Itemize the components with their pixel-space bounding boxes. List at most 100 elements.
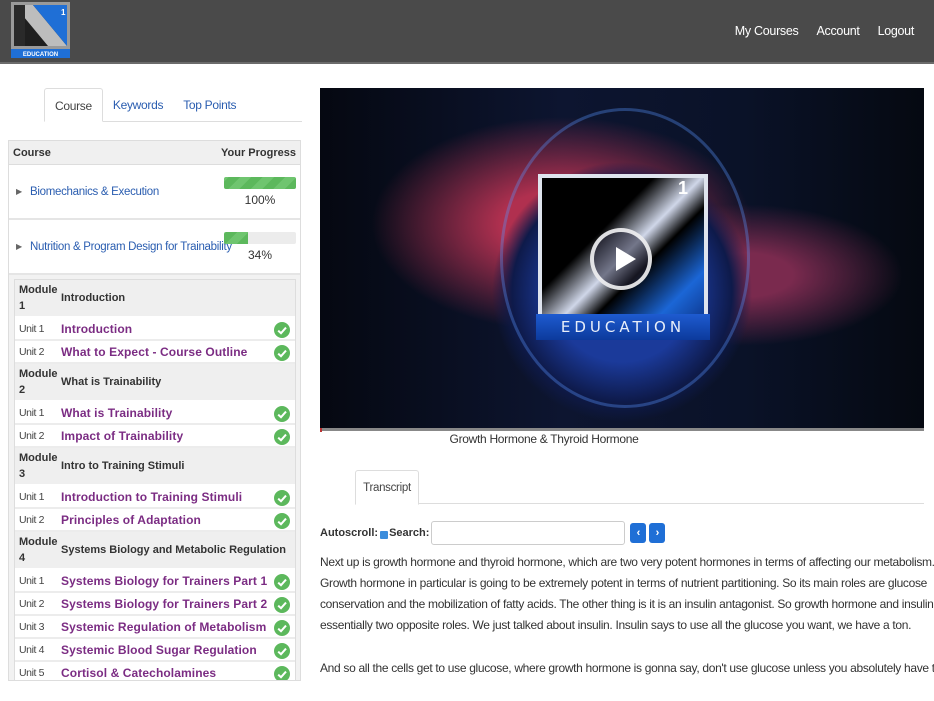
unit-title-link[interactable]: Systemic Blood Sugar Regulation bbox=[61, 643, 257, 657]
transcript-line: And so all the cells get to use glucose,… bbox=[320, 661, 934, 675]
check-circle-icon bbox=[274, 643, 290, 659]
search-next-button[interactable]: › bbox=[649, 523, 666, 543]
course-progress: 100% bbox=[224, 177, 296, 207]
tab-transcript[interactable]: Transcript bbox=[355, 470, 419, 505]
unit-title-link[interactable]: Introduction to Training Stimuli bbox=[61, 490, 242, 504]
transcript-paragraph: Next up is growth hormone and thyroid ho… bbox=[320, 552, 934, 636]
course-row[interactable]: ▶ Nutrition & Program Design for Trainabi… bbox=[9, 220, 300, 275]
unit-title-link[interactable]: Systems Biology for Trainers Part 1 bbox=[61, 574, 267, 588]
video-player[interactable]: 1 EDUCATION bbox=[320, 88, 924, 428]
course-name[interactable]: Nutrition & Program Design for Trainabil… bbox=[30, 241, 232, 253]
svg-text:1: 1 bbox=[61, 8, 66, 17]
module-header: Module 4 Systems Biology and Metabolic Reg… bbox=[15, 532, 295, 570]
transcript-search-row: Autoscroll: Search: ‹ › bbox=[320, 521, 666, 545]
unit-row[interactable]: Unit 4 Systemic Blood Sugar Regulation bbox=[15, 639, 295, 662]
transcript-tabs: Transcript bbox=[355, 470, 924, 505]
unit-title-link[interactable]: What is Trainability bbox=[61, 406, 172, 420]
search-label: Search: bbox=[389, 527, 430, 539]
search-prev-button[interactable]: ‹ bbox=[630, 523, 647, 543]
unit-row[interactable]: Unit 2 Principles of Adaptation bbox=[15, 509, 295, 532]
unit-row[interactable]: Unit 1 What is Trainability bbox=[15, 402, 295, 425]
autoscroll-checkbox[interactable] bbox=[380, 531, 389, 539]
unit-label: Unit 2 bbox=[19, 429, 45, 442]
unit-row[interactable]: Unit 1 Introduction to Training Stimuli bbox=[15, 486, 295, 509]
unit-title-link[interactable]: Systemic Regulation of Metabolism bbox=[61, 620, 266, 634]
check-circle-icon bbox=[274, 429, 290, 445]
check-circle-icon bbox=[274, 322, 290, 338]
unit-row[interactable]: Unit 5 Cortisol & Catecholamines bbox=[15, 662, 295, 680]
unit-row[interactable]: Unit 2 Impact of Trainability bbox=[15, 425, 295, 448]
unit-label: Unit 5 bbox=[19, 666, 45, 679]
expand-arrow-icon[interactable]: ▶ bbox=[16, 187, 24, 196]
progress-column-header: Your Progress bbox=[221, 146, 296, 159]
video-logo-text: EDUCATION bbox=[536, 314, 710, 340]
module-list: Module 1 Introduction Unit 1 Introduction Uni… bbox=[14, 279, 296, 680]
unit-title-link[interactable]: Impact of Trainability bbox=[61, 429, 183, 443]
progress-percent: 100% bbox=[244, 193, 276, 207]
expand-arrow-icon[interactable]: ▶ bbox=[16, 242, 24, 251]
course-table-header: Course Your Progress bbox=[9, 141, 300, 165]
nav-my-courses[interactable]: My Courses bbox=[735, 24, 799, 38]
module-title: Systems Biology and Metabolic Regulation bbox=[61, 544, 286, 556]
transcript-line: conservation and the mobilization of fat… bbox=[320, 597, 934, 611]
tab-course[interactable]: Course bbox=[44, 88, 103, 122]
module-header: Module 2 What is Trainability bbox=[15, 364, 295, 402]
unit-label: Unit 1 bbox=[19, 406, 45, 419]
course-row[interactable]: ▶ Biomechanics & Execution 100% bbox=[9, 165, 300, 220]
progress-bar bbox=[224, 177, 296, 189]
tab-top-points[interactable]: Top Points bbox=[173, 88, 246, 122]
autoscroll-label: Autoscroll: bbox=[320, 527, 379, 539]
unit-row[interactable]: Unit 2 What to Expect - Course Outline bbox=[15, 341, 295, 364]
video-caption: Growth Hormone & Thyroid Hormone bbox=[320, 432, 934, 446]
module-label: Module 1 bbox=[19, 284, 58, 312]
check-circle-icon bbox=[274, 513, 290, 529]
video-logo-superscript: 1 bbox=[678, 178, 689, 198]
module-label: Module 3 bbox=[19, 452, 58, 480]
module-title: Introduction bbox=[61, 292, 126, 304]
transcript-search-input[interactable] bbox=[431, 521, 626, 545]
unit-title-link[interactable]: Principles of Adaptation bbox=[61, 513, 201, 527]
check-circle-icon bbox=[274, 574, 290, 590]
unit-label: Unit 1 bbox=[19, 322, 45, 335]
sidebar-tabs: Course Keywords Top Points bbox=[44, 88, 302, 122]
play-icon[interactable] bbox=[590, 228, 652, 290]
video-caption-text: Growth Hormone & Thyroid Hormone bbox=[449, 432, 639, 446]
unit-label: Unit 1 bbox=[19, 574, 45, 587]
module-label: Module 2 bbox=[19, 368, 58, 396]
unit-title-link[interactable]: Introduction bbox=[61, 322, 132, 336]
nav-logout[interactable]: Logout bbox=[878, 24, 915, 38]
unit-title-link[interactable]: Cortisol & Catecholamines bbox=[61, 666, 216, 680]
check-circle-icon bbox=[274, 620, 290, 636]
transcript-paragraph: And so all the cells get to use glucose,… bbox=[320, 658, 934, 679]
module-title: Intro to Training Stimuli bbox=[61, 460, 185, 472]
check-circle-icon bbox=[274, 490, 290, 506]
unit-row[interactable]: Unit 2 Systems Biology for Trainers Part … bbox=[15, 593, 295, 616]
unit-label: Unit 2 bbox=[19, 597, 45, 610]
nav-account[interactable]: Account bbox=[816, 24, 859, 38]
svg-text:EDUCATION: EDUCATION bbox=[23, 52, 58, 58]
unit-label: Unit 3 bbox=[19, 620, 45, 633]
course-name[interactable]: Biomechanics & Execution bbox=[30, 186, 159, 198]
progress-bar bbox=[224, 232, 296, 244]
video-progress-bar[interactable] bbox=[320, 428, 924, 431]
n1-education-logo[interactable]: 1 EDUCATION bbox=[11, 2, 70, 58]
course-progress: 34% bbox=[224, 232, 296, 262]
transcript-text: Next up is growth hormone and thyroid ho… bbox=[320, 552, 934, 701]
course-panel: Course Your Progress ▶ Biomechanics & Exe… bbox=[8, 140, 301, 681]
unit-title-link[interactable]: What to Expect - Course Outline bbox=[61, 345, 247, 359]
check-circle-icon bbox=[274, 406, 290, 422]
unit-row[interactable]: Unit 3 Systemic Regulation of Metabolism bbox=[15, 616, 295, 639]
unit-title-link[interactable]: Systems Biology for Trainers Part 2 bbox=[61, 597, 267, 611]
check-circle-icon bbox=[274, 345, 290, 361]
module-header: Module 3 Intro to Training Stimuli bbox=[15, 448, 295, 486]
transcript-line: essentially two opposite roles. We just … bbox=[320, 618, 912, 632]
unit-row[interactable]: Unit 1 Systems Biology for Trainers Part … bbox=[15, 570, 295, 593]
progress-bar-fill bbox=[224, 232, 249, 244]
module-label: Module 4 bbox=[19, 536, 58, 564]
check-circle-icon bbox=[274, 666, 290, 680]
unit-row[interactable]: Unit 1 Introduction bbox=[15, 318, 295, 341]
transcript-line: Growth hormone in particular is going to… bbox=[320, 576, 927, 590]
transcript-line: Next up is growth hormone and thyroid ho… bbox=[320, 555, 934, 569]
module-header: Module 1 Introduction bbox=[15, 280, 295, 318]
tab-keywords[interactable]: Keywords bbox=[103, 88, 173, 122]
